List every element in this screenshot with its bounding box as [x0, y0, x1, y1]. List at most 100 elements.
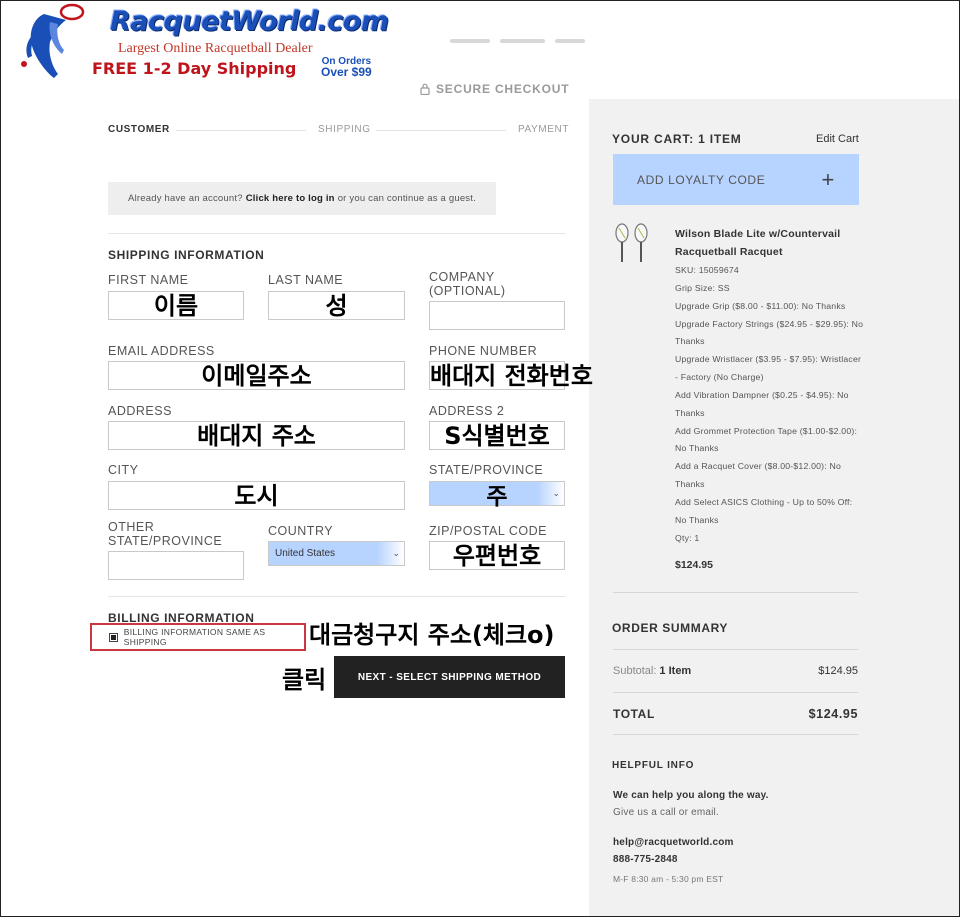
zip-annotation: 우편번호 — [452, 541, 542, 570]
first-name-annotation: 이름 — [153, 291, 199, 320]
country-label: COUNTRY — [268, 524, 334, 538]
total-label: TOTAL — [613, 707, 655, 721]
first-name-label: FIRST NAME — [108, 273, 189, 287]
address2-label: ADDRESS 2 — [429, 404, 505, 418]
racquetworld-logo[interactable]: RacquetWorld.com Largest Online Racquetb… — [14, 2, 394, 82]
checkbox-icon[interactable] — [109, 632, 118, 642]
step-connector — [376, 130, 506, 131]
total-row: TOTAL $124.95 — [613, 707, 858, 721]
billing-same-label: BILLING INFORMATION SAME AS SHIPPING — [123, 627, 266, 647]
racquet-thumbnail-icon[interactable] — [612, 222, 652, 264]
secure-checkout-text: SECURE CHECKOUT — [436, 82, 570, 96]
product-option: Add a Racquet Cover ($8.00-$12.00): No T… — [675, 461, 841, 490]
chevron-down-icon: ⌄ — [392, 548, 400, 558]
brand-tagline: Largest Online Racquetball Dealer — [118, 41, 313, 56]
step-customer[interactable]: CUSTOMER — [108, 124, 170, 135]
email-annotation: 이메일주소 — [201, 361, 312, 390]
city-annotation: 도시 — [234, 481, 279, 510]
login-link[interactable]: Click here to log in — [246, 193, 335, 204]
phone-annotation: 배대지 전화번호 — [430, 361, 593, 390]
other-state-label-line-2: STATE/PROVINCE — [108, 534, 223, 548]
billing-annotation: 대금청구지 주소(체크o) — [309, 621, 555, 649]
state-select[interactable]: 주 ⌄ — [429, 481, 565, 510]
edit-cart-link[interactable]: Edit Cart — [816, 133, 859, 145]
address-annotation: 배대지 주소 — [197, 421, 316, 450]
product-option: Upgrade Grip ($8.00 - $11.00): No Thanks — [675, 300, 846, 311]
help-line-2: Give us a call or email. — [613, 807, 719, 818]
section-divider — [613, 649, 858, 650]
address-label: ADDRESS — [108, 404, 172, 418]
product-price: $124.95 — [675, 559, 713, 571]
login-guest-text: or you can continue as a guest. — [337, 193, 476, 204]
login-prompt-text: Already have an account? — [128, 193, 243, 204]
billing-same-checkbox[interactable]: BILLING INFORMATION SAME AS SHIPPING — [90, 623, 306, 651]
subtotal-items: 1 Item — [659, 665, 692, 677]
product-option: SKU: 15059674 — [675, 265, 739, 275]
header-nav-faded — [450, 30, 635, 43]
checkout-steps: CUSTOMER SHIPPING PAYMENT — [108, 124, 569, 138]
secure-checkout-label: SECURE CHECKOUT — [420, 82, 569, 96]
step-payment[interactable]: PAYMENT — [518, 124, 569, 135]
section-divider — [108, 233, 566, 234]
orders-line-2: Over $99 — [321, 65, 372, 79]
section-divider — [108, 596, 566, 597]
product-option: Upgrade Factory Strings ($24.95 - $29.95… — [675, 318, 864, 347]
total-value: $124.95 — [808, 707, 858, 721]
product-option: Qty: 1 — [675, 532, 700, 543]
city-label: CITY — [108, 463, 139, 477]
add-loyalty-code-button[interactable]: ADD LOYALTY CODE + — [613, 154, 859, 205]
product-name[interactable]: Wilson Blade Lite w/Countervail Racquetb… — [675, 225, 860, 261]
address2-annotation: S식별번호 — [444, 421, 550, 450]
subtotal-label: Subtotal: — [613, 665, 657, 677]
subtotal-label-group: Subtotal: 1 Item — [613, 665, 691, 677]
login-prompt: Already have an account? Click here to l… — [108, 182, 496, 215]
chevron-down-icon: ⌄ — [552, 488, 560, 498]
step-shipping[interactable]: SHIPPING — [318, 124, 371, 135]
product-option: Add Select ASICS Clothing - Up to 50% Of… — [675, 496, 853, 525]
racquetball-player-logo-icon — [21, 3, 85, 78]
loyalty-label: ADD LOYALTY CODE — [637, 172, 766, 187]
step-connector — [176, 130, 306, 131]
country-value: United States — [275, 548, 336, 559]
plus-icon: + — [821, 166, 835, 192]
other-state-input[interactable] — [108, 551, 244, 580]
subtotal-row: Subtotal: 1 Item $124.95 — [613, 665, 858, 677]
first-name-input[interactable]: 이름 — [108, 291, 244, 320]
country-select[interactable]: United States ⌄ — [268, 541, 405, 566]
section-divider — [613, 592, 858, 593]
help-line-1: We can help you along the way. — [613, 790, 769, 801]
product-option: Add Grommet Protection Tape ($1.00-$2.00… — [675, 425, 858, 454]
last-name-label: LAST NAME — [268, 273, 344, 287]
free-shipping-banner: FREE 1-2 Day Shipping — [92, 59, 297, 78]
help-email[interactable]: help@racquetworld.com — [613, 835, 734, 851]
product-option: Upgrade Wristlacer ($3.95 - $7.95): Wris… — [675, 354, 862, 383]
company-label: COMPANY (OPTIONAL) — [429, 270, 506, 298]
address2-input[interactable]: S식별번호 — [429, 421, 565, 450]
next-shipping-method-button[interactable]: NEXT - SELECT SHIPPING METHOD — [334, 656, 565, 698]
click-annotation: 클릭 — [282, 666, 327, 694]
help-phone[interactable]: 888-775-2848 — [613, 852, 678, 868]
cart-title: YOUR CART: 1 ITEM — [612, 132, 742, 146]
other-state-label-line-1: OTHER — [108, 520, 155, 534]
shipping-info-title: SHIPPING INFORMATION — [108, 248, 265, 262]
phone-input[interactable]: 배대지 전화번호 — [429, 361, 593, 390]
product-option: Add Vibration Dampner ($0.25 - $4.95): N… — [675, 389, 849, 418]
section-divider — [613, 692, 858, 693]
lock-icon — [420, 83, 430, 95]
brand-name: RacquetWorld.com — [110, 6, 389, 37]
zip-input[interactable]: 우편번호 — [429, 541, 565, 570]
company-input[interactable] — [429, 301, 565, 330]
company-label-line-2: (OPTIONAL) — [429, 284, 506, 298]
last-name-input[interactable]: 성 — [268, 291, 405, 320]
city-input[interactable]: 도시 — [108, 481, 405, 510]
product-option: Grip Size: SS — [675, 282, 730, 293]
zip-label: ZIP/POSTAL CODE — [429, 524, 547, 538]
other-state-label: OTHER STATE/PROVINCE — [108, 520, 222, 548]
email-label: EMAIL ADDRESS — [108, 344, 215, 358]
order-summary-title: ORDER SUMMARY — [612, 621, 729, 635]
email-input[interactable]: 이메일주소 — [108, 361, 405, 390]
state-label: STATE/PROVINCE — [429, 463, 544, 477]
product-options: SKU: 15059674 Grip Size: SS Upgrade Grip… — [675, 262, 865, 548]
help-hours: M-F 8:30 am - 5:30 pm EST — [613, 874, 724, 884]
address-input[interactable]: 배대지 주소 — [108, 421, 405, 450]
